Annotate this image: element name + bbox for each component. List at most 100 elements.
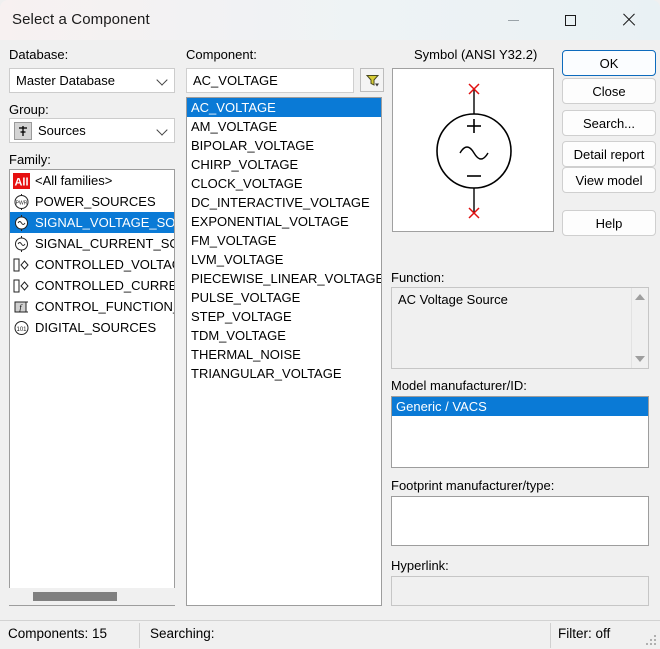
status-components: Components: 15: [8, 626, 108, 641]
button-view-model[interactable]: View model: [562, 167, 656, 193]
scroll-up-icon[interactable]: [635, 294, 645, 300]
resize-grip[interactable]: [646, 635, 657, 646]
footprint-label: Footprint manufacturer/type:: [391, 478, 555, 493]
symbol-preview: [392, 68, 554, 232]
button-close[interactable]: Close: [562, 78, 656, 104]
chevron-down-icon: [156, 123, 168, 136]
component-item[interactable]: AC_VOLTAGE: [187, 98, 381, 117]
component-item[interactable]: LVM_VOLTAGE: [187, 250, 381, 269]
family-item-label: DIGITAL_SOURCES: [35, 320, 157, 335]
scroll-down-icon[interactable]: [635, 356, 645, 362]
footprint-listbox[interactable]: [391, 496, 649, 546]
family-item[interactable]: 101 DIGITAL_SOURCES: [10, 317, 174, 338]
button-ok[interactable]: OK: [562, 50, 656, 76]
component-item[interactable]: TRIANGULAR_VOLTAGE: [187, 364, 381, 383]
function-value: AC Voltage Source: [398, 292, 508, 307]
component-item[interactable]: CLOCK_VOLTAGE: [187, 174, 381, 193]
hyperlink-label: Hyperlink:: [391, 558, 449, 573]
database-combobox[interactable]: Master Database: [9, 68, 175, 93]
family-item[interactable]: SIGNAL_CURRENT_SOURCES: [10, 233, 174, 254]
button-help[interactable]: Help: [562, 210, 656, 236]
family-item-label: CONTROLLED_VOLTAGE_SOURCES: [35, 257, 174, 272]
symbol-label: Symbol (ANSI Y32.2): [414, 47, 538, 62]
component-item[interactable]: AM_VOLTAGE: [187, 117, 381, 136]
controlled-current-icon: [13, 278, 30, 294]
model-listbox[interactable]: Generic / VACS: [391, 396, 649, 468]
component-item[interactable]: FM_VOLTAGE: [187, 231, 381, 250]
component-item[interactable]: CHIRP_VOLTAGE: [187, 155, 381, 174]
control-function-icon: f: [13, 299, 30, 315]
database-label: Database:: [9, 47, 69, 62]
component-item[interactable]: TDM_VOLTAGE: [187, 326, 381, 345]
family-label: Family:: [9, 152, 51, 167]
database-value: Master Database: [16, 73, 115, 88]
family-item-label: POWER_SOURCES: [35, 194, 156, 209]
controlled-voltage-icon: [13, 257, 30, 273]
status-separator: [139, 623, 140, 648]
component-search-value: AC_VOLTAGE: [193, 73, 278, 88]
all-families-icon: All: [13, 172, 30, 189]
status-searching: Searching:: [150, 626, 215, 641]
group-label: Group:: [9, 102, 49, 117]
family-item[interactable]: CONTROLLED_VOLTAGE_SOURCES: [10, 254, 174, 275]
signal-current-source-icon: [13, 235, 30, 252]
component-item[interactable]: STEP_VOLTAGE: [187, 307, 381, 326]
family-item[interactable]: f CONTROL_FUNCTION_BLOCKS: [10, 296, 174, 317]
status-separator: [550, 623, 551, 648]
digital-sources-icon: 101: [13, 320, 30, 336]
component-item[interactable]: EXPONENTIAL_VOLTAGE: [187, 212, 381, 231]
maximize-icon: [564, 14, 576, 26]
component-search-input[interactable]: AC_VOLTAGE: [186, 68, 354, 93]
component-label: Component:: [186, 47, 257, 62]
component-listbox[interactable]: AC_VOLTAGE AM_VOLTAGE BIPOLAR_VOLTAGE CHIRP…: [186, 97, 382, 606]
svg-text:All: All: [14, 176, 28, 188]
component-item[interactable]: BIPOLAR_VOLTAGE: [187, 136, 381, 155]
hyperlink-value: [392, 577, 648, 596]
family-listbox[interactable]: All <All families> PWR POWER_SOURCES SIGNAL_…: [9, 169, 175, 606]
close-button[interactable]: [606, 0, 652, 40]
sources-group-icon: [14, 121, 32, 140]
filter-button[interactable]: [360, 68, 384, 92]
status-filter: Filter: off: [558, 626, 611, 641]
status-bar: Components: 15 Searching: Filter: off: [0, 620, 660, 649]
scrollbar-thumb[interactable]: [33, 592, 117, 601]
signal-voltage-source-icon: [13, 214, 30, 231]
family-horizontal-scrollbar[interactable]: [9, 588, 175, 605]
function-textbox[interactable]: AC Voltage Source: [391, 287, 649, 369]
function-vertical-scrollbar[interactable]: [631, 288, 648, 368]
window-title: Select a Component: [12, 11, 150, 28]
group-value: Sources: [38, 123, 86, 138]
close-icon: [622, 13, 636, 27]
family-item-label: SIGNAL_VOLTAGE_SOURCES: [35, 215, 174, 230]
component-item[interactable]: PULSE_VOLTAGE: [187, 288, 381, 307]
model-item[interactable]: Generic / VACS: [392, 397, 648, 416]
footprint-value: [392, 497, 648, 516]
hyperlink-field[interactable]: [391, 576, 649, 606]
svg-text:101: 101: [16, 327, 27, 333]
family-item-label: <All families>: [35, 173, 113, 188]
minimize-icon: [507, 19, 519, 21]
family-item[interactable]: CONTROLLED_CURRENT_SOURCES: [10, 275, 174, 296]
svg-text:PWR: PWR: [16, 200, 28, 206]
family-item[interactable]: SIGNAL_VOLTAGE_SOURCES: [10, 212, 174, 233]
group-combobox[interactable]: Sources: [9, 118, 175, 143]
model-label: Model manufacturer/ID:: [391, 378, 527, 393]
power-sources-icon: PWR: [13, 193, 30, 210]
component-item[interactable]: PIECEWISE_LINEAR_VOLTAGE: [187, 269, 381, 288]
title-bar: Select a Component: [0, 0, 660, 40]
filter-funnel-icon: [365, 74, 379, 86]
family-item-label: SIGNAL_CURRENT_SOURCES: [35, 236, 174, 251]
family-item-label: CONTROL_FUNCTION_BLOCKS: [35, 299, 174, 314]
family-item-label: CONTROLLED_CURRENT_SOURCES: [35, 278, 174, 293]
family-item[interactable]: PWR POWER_SOURCES: [10, 191, 174, 212]
component-item[interactable]: THERMAL_NOISE: [187, 345, 381, 364]
chevron-down-icon: [156, 73, 168, 86]
family-item[interactable]: All <All families>: [10, 170, 174, 191]
ac-voltage-source-symbol: [436, 83, 512, 219]
button-detail-report[interactable]: Detail report: [562, 141, 656, 167]
component-item[interactable]: DC_INTERACTIVE_VOLTAGE: [187, 193, 381, 212]
button-search[interactable]: Search...: [562, 110, 656, 136]
function-label: Function:: [391, 270, 445, 285]
maximize-button[interactable]: [547, 0, 593, 40]
minimize-button[interactable]: [490, 0, 536, 40]
